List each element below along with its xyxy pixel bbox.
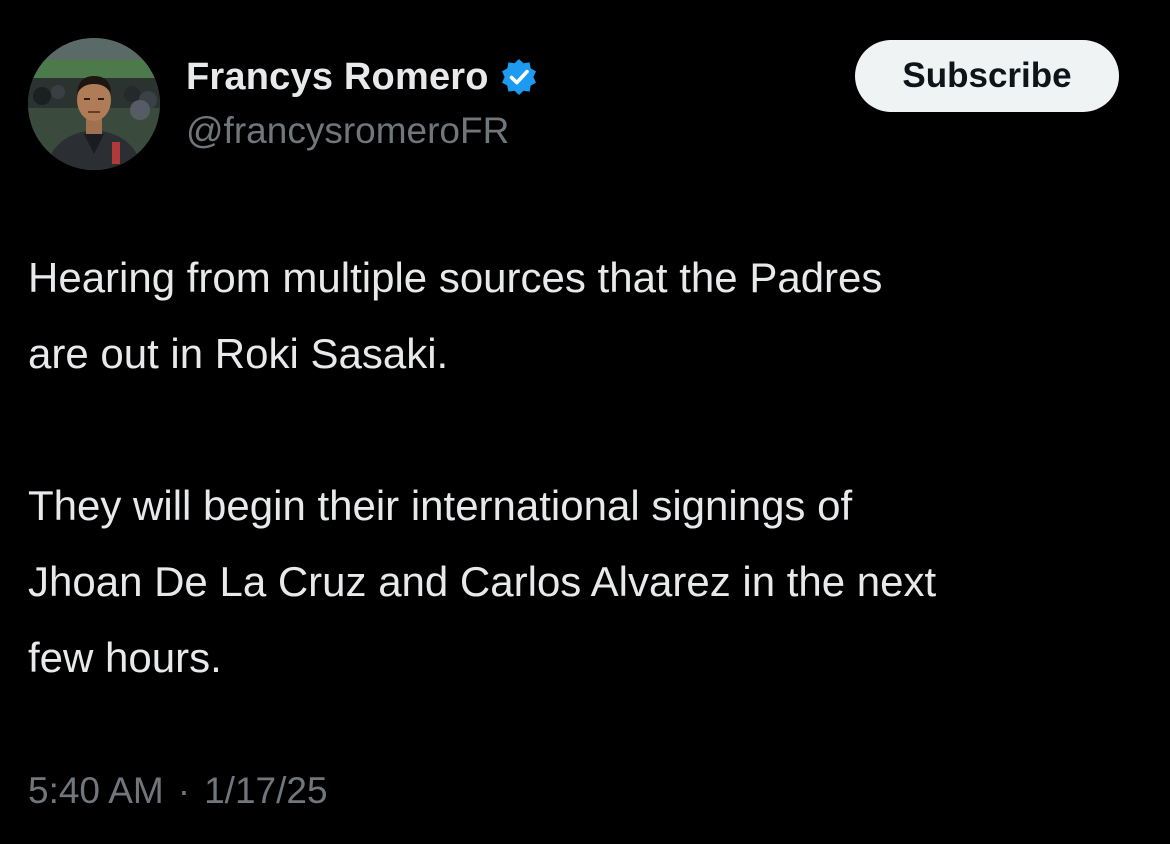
- tweet-timestamp[interactable]: 5:40 AM · 1/17/25: [28, 770, 328, 812]
- tweet-line: Hearing from multiple sources that the P…: [28, 254, 883, 301]
- tweet-paragraph: Hearing from multiple sources that the P…: [28, 240, 1148, 392]
- tweet-date[interactable]: 1/17/25: [204, 770, 327, 812]
- avatar-photo-icon: [28, 38, 160, 170]
- author-display-name[interactable]: Francys Romero: [186, 56, 489, 99]
- author-name-row[interactable]: Francys Romero: [186, 54, 539, 100]
- author-handle[interactable]: @francysromeroFR: [186, 110, 509, 152]
- author-avatar[interactable]: [28, 38, 160, 170]
- tweet-time[interactable]: 5:40 AM: [28, 770, 164, 812]
- tweet-paragraph: They will begin their international sign…: [28, 468, 1148, 696]
- tweet-line: They will begin their international sign…: [28, 482, 853, 529]
- timestamp-separator: ·: [177, 770, 191, 811]
- tweet-line: are out in Roki Sasaki.: [28, 330, 449, 377]
- tweet-body: Hearing from multiple sources that the P…: [28, 240, 1148, 696]
- tweet-card: Francys Romero @francysromeroFR Subscrib…: [0, 0, 1170, 844]
- verified-badge-icon[interactable]: [499, 57, 539, 97]
- subscribe-button[interactable]: Subscribe: [855, 40, 1119, 112]
- tweet-line: few hours.: [28, 634, 222, 681]
- tweet-line: Jhoan De La Cruz and Carlos Alvarez in t…: [28, 558, 937, 605]
